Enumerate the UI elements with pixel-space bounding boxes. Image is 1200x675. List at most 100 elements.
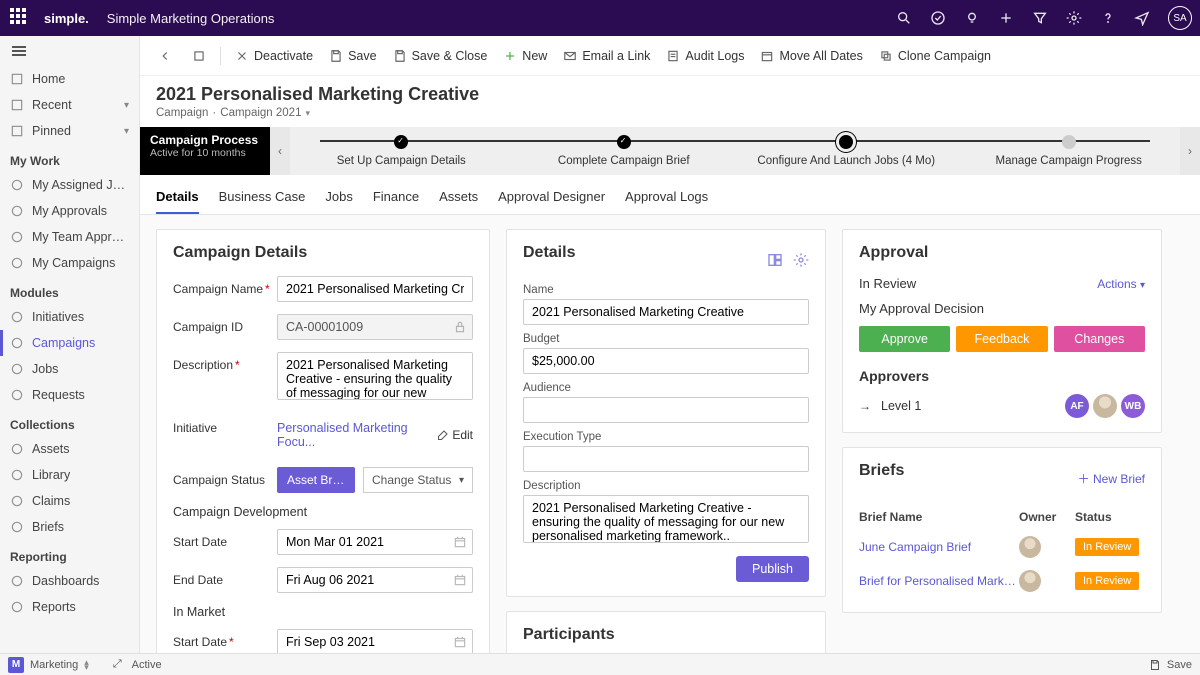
approval-title: Approval: [859, 244, 1145, 262]
footer-save-button[interactable]: Save: [1167, 659, 1192, 671]
audience-input[interactable]: [523, 397, 809, 423]
approver-avatar[interactable]: [1093, 394, 1117, 418]
sidebar-item-reports[interactable]: Reports: [0, 594, 139, 620]
tab-approval-logs[interactable]: Approval Logs: [625, 181, 708, 214]
initiative-edit-button[interactable]: Edit: [437, 428, 473, 442]
publish-button[interactable]: Publish: [736, 556, 809, 582]
sidebar-item-claims[interactable]: Claims: [0, 488, 139, 514]
cmd-clone-campaign[interactable]: Clone Campaign: [871, 45, 999, 67]
popout-button[interactable]: [184, 45, 214, 67]
cmd-deactivate[interactable]: Deactivate: [227, 45, 321, 67]
sidebar: HomeRecent▾Pinned▾My WorkMy Assigned Job…: [0, 36, 140, 653]
initiative-link[interactable]: Personalised Marketing Focu...: [277, 415, 429, 455]
back-button[interactable]: [150, 45, 180, 67]
tab-approval-designer[interactable]: Approval Designer: [498, 181, 605, 214]
filter-icon[interactable]: [1032, 10, 1048, 26]
arrow-right-icon: →: [859, 399, 871, 413]
new-brief-button[interactable]: ＋ New Brief: [1078, 470, 1145, 487]
page-title: 2021 Personalised Marketing Creative: [156, 84, 1184, 105]
cmd-save[interactable]: Save: [321, 45, 385, 67]
sidebar-item-briefs[interactable]: Briefs: [0, 514, 139, 540]
gear-icon[interactable]: [793, 252, 809, 268]
brief-link[interactable]: Brief for Personalised Marketing Cam...: [859, 574, 1019, 588]
plus-icon[interactable]: [998, 10, 1014, 26]
approver-avatar[interactable]: AF: [1065, 394, 1089, 418]
sidebar-item-jobs[interactable]: Jobs: [0, 356, 139, 382]
brief-status-badge: In Review: [1075, 572, 1139, 590]
market-start-date-input[interactable]: [277, 629, 473, 653]
description-textarea[interactable]: [277, 352, 473, 400]
sidebar-item-pinned[interactable]: Pinned▾: [0, 118, 139, 144]
brand-logo: simple.: [44, 11, 89, 26]
campaign-name-input[interactable]: [277, 276, 473, 302]
sidebar-item-my-team-approv-[interactable]: My Team Approv...: [0, 224, 139, 250]
dev-start-date-input[interactable]: [277, 529, 473, 555]
sidebar-item-requests[interactable]: Requests: [0, 382, 139, 408]
help-icon[interactable]: [1100, 10, 1116, 26]
sidebar-item-dashboards[interactable]: Dashboards: [0, 568, 139, 594]
save-icon: [1149, 659, 1161, 671]
process-flow: Campaign Process Active for 10 months ‹ …: [140, 127, 1200, 175]
sidebar-item-my-campaigns[interactable]: My Campaigns: [0, 250, 139, 276]
stage-configure-and-launch-jobs-4-mo-[interactable]: Configure And Launch Jobs (4 Mo): [735, 135, 958, 167]
details-description-textarea[interactable]: [523, 495, 809, 543]
user-avatar[interactable]: SA: [1168, 6, 1192, 30]
dev-end-date-input[interactable]: [277, 567, 473, 593]
brief-link[interactable]: June Campaign Brief: [859, 540, 1019, 554]
cmd-audit-logs[interactable]: Audit Logs: [658, 45, 752, 67]
search-icon[interactable]: [896, 10, 912, 26]
brief-row: June Campaign BriefIn Review: [859, 530, 1145, 564]
sidebar-item-home[interactable]: Home: [0, 66, 139, 92]
tab-business-case[interactable]: Business Case: [219, 181, 306, 214]
sidebar-item-assets[interactable]: Assets: [0, 436, 139, 462]
gear-icon[interactable]: [1066, 10, 1082, 26]
approve-button[interactable]: Approve: [859, 326, 950, 352]
stage-manage-campaign-progress[interactable]: Manage Campaign Progress: [958, 135, 1181, 167]
changes-button[interactable]: Changes: [1054, 326, 1145, 352]
sidebar-item-recent[interactable]: Recent▾: [0, 92, 139, 118]
execution-type-input[interactable]: [523, 446, 809, 472]
briefs-card: Briefs ＋ New Brief Brief Name Owner Stat…: [842, 447, 1162, 613]
feedback-button[interactable]: Feedback: [956, 326, 1047, 352]
flow-prev-button[interactable]: ‹: [270, 127, 290, 175]
hamburger-icon[interactable]: [0, 36, 139, 66]
stage-complete-campaign-brief[interactable]: Complete Campaign Brief: [513, 135, 736, 167]
cmd-new[interactable]: New: [495, 45, 555, 67]
tab-assets[interactable]: Assets: [439, 181, 478, 214]
sidebar-section-head: Collections: [0, 408, 139, 436]
tab-finance[interactable]: Finance: [373, 181, 419, 214]
cmd-email-a-link[interactable]: Email a Link: [555, 45, 658, 67]
change-status-select[interactable]: Change Status▾: [363, 467, 473, 493]
sidebar-item-initiatives[interactable]: Initiatives: [0, 304, 139, 330]
sidebar-item-campaigns[interactable]: Campaigns: [0, 330, 139, 356]
details-name-input[interactable]: [523, 299, 809, 325]
sidebar-item-my-approvals[interactable]: My Approvals: [0, 198, 139, 224]
bulb-icon[interactable]: [964, 10, 980, 26]
stage-set-up-campaign-details[interactable]: Set Up Campaign Details: [290, 135, 513, 167]
approver-avatar[interactable]: WB: [1121, 394, 1145, 418]
breadcrumb[interactable]: Campaign·Campaign 2021▾: [156, 107, 1184, 119]
cmd-save-close[interactable]: Save & Close: [385, 45, 496, 67]
flow-next-button[interactable]: ›: [1180, 127, 1200, 175]
module-switcher-icon[interactable]: ▴▾: [84, 660, 89, 670]
app-name: Simple Marketing Operations: [107, 11, 275, 26]
layout-icon[interactable]: [767, 252, 783, 268]
approval-actions-button[interactable]: Actions ▾: [1097, 277, 1145, 291]
module-label[interactable]: Marketing: [30, 659, 78, 671]
module-badge[interactable]: M: [8, 657, 24, 673]
process-label: Campaign Process Active for 10 months: [140, 127, 270, 175]
lock-icon: [453, 320, 467, 334]
sidebar-item-library[interactable]: Library: [0, 462, 139, 488]
app-launcher-icon[interactable]: [10, 8, 30, 28]
sidebar-section-head: My Work: [0, 144, 139, 172]
owner-avatar[interactable]: [1019, 570, 1041, 592]
send-icon[interactable]: [1134, 10, 1150, 26]
command-bar: DeactivateSaveSave & CloseNewEmail a Lin…: [140, 36, 1200, 76]
tab-jobs[interactable]: Jobs: [325, 181, 352, 214]
owner-avatar[interactable]: [1019, 536, 1041, 558]
tab-details[interactable]: Details: [156, 181, 199, 214]
budget-input[interactable]: [523, 348, 809, 374]
sidebar-item-my-assigned-jobs[interactable]: My Assigned Jobs: [0, 172, 139, 198]
cmd-move-all-dates[interactable]: Move All Dates: [752, 45, 870, 67]
task-icon[interactable]: [930, 10, 946, 26]
